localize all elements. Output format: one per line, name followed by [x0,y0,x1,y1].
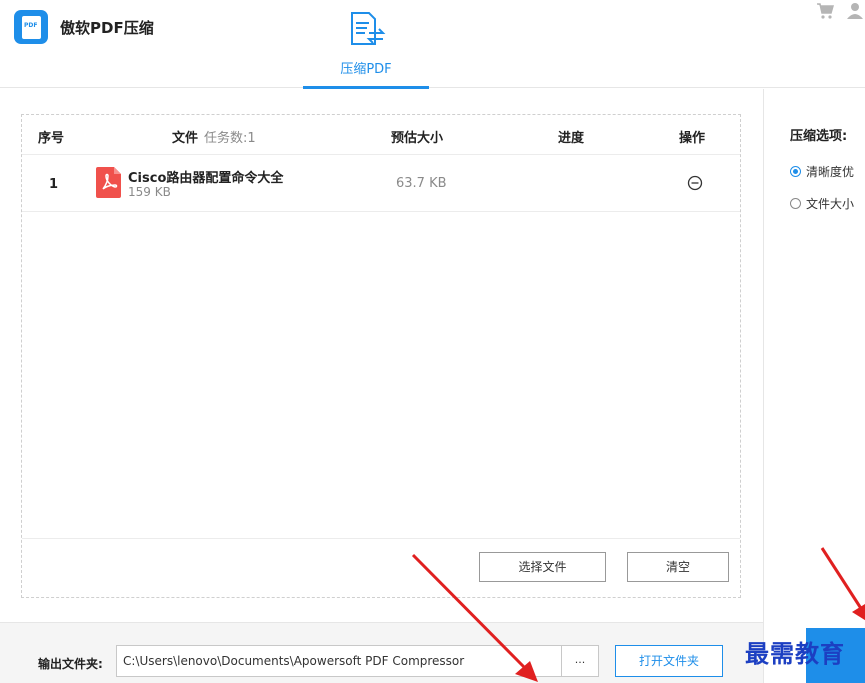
estimated-size: 63.7 KB [396,176,447,191]
output-path-field[interactable]: C:\Users\lenovo\Documents\Apowersoft PDF… [116,645,562,677]
radio-dot-checked [790,166,801,177]
cart-icon[interactable] [816,2,834,20]
radio-dot [790,198,801,209]
file-panel-footer: 选择文件 清空 [22,538,740,598]
file-list-panel: 序号 文件 任务数:1 预估大小 进度 操作 1 Cisco路由器配置命令大全 1… [21,114,741,598]
header-progress: 进度 [558,131,585,146]
select-file-button[interactable]: 选择文件 [479,552,606,582]
watermark-text: 最需教育 [745,639,845,668]
file-size: 159 KB [128,185,171,199]
app-title: 傲软PDF压缩 [60,19,154,37]
header: PDF 傲软PDF压缩 压缩PDF [0,0,865,89]
row-index: 1 [49,177,59,192]
compress-document-icon [351,12,386,45]
radio-label: 文件大小 [806,197,855,211]
browse-button[interactable]: ... [561,645,599,677]
radio-label: 清晰度优 [806,165,855,179]
options-title: 压缩选项: [790,129,848,144]
task-count: 任务数:1 [204,131,256,146]
tab-compress-pdf[interactable]: 压缩PDF [303,0,429,89]
app-window: PDF 傲软PDF压缩 压缩PDF 序号 文件 任务数:1 预估大小 进度 操作… [0,0,865,683]
tab-active-indicator [303,86,429,89]
table-row[interactable]: 1 Cisco路由器配置命令大全 159 KB 63.7 KB [22,155,740,212]
header-file: 文件 任务数:1 [172,127,256,146]
output-folder-label: 输出文件夹: [38,657,103,671]
open-folder-button[interactable]: 打开文件夹 [615,645,723,677]
file-name: Cisco路由器配置命令大全 [128,171,284,186]
remove-icon[interactable] [687,175,703,191]
pdf-icon [96,167,121,198]
logo-document-icon: PDF [22,16,41,39]
table-header: 序号 文件 任务数:1 预估大小 进度 操作 [22,115,740,155]
output-bar: 输出文件夹: C:\Users\lenovo\Documents\Apowers… [0,622,763,683]
radio-clarity-priority[interactable]: 清晰度优 [790,163,854,180]
clear-button[interactable]: 清空 [627,552,729,582]
header-index: 序号 [38,131,65,146]
app-logo: PDF [14,10,48,44]
user-icon[interactable] [846,2,864,20]
options-panel: 压缩选项: 清晰度优 文件大小 [763,89,865,683]
header-estimated-size: 预估大小 [391,131,444,146]
radio-file-size[interactable]: 文件大小 [790,195,854,212]
tab-label: 压缩PDF [340,62,392,77]
logo-text: PDF [24,22,38,29]
header-action: 操作 [679,131,706,146]
header-file-label: 文件 [172,131,199,146]
